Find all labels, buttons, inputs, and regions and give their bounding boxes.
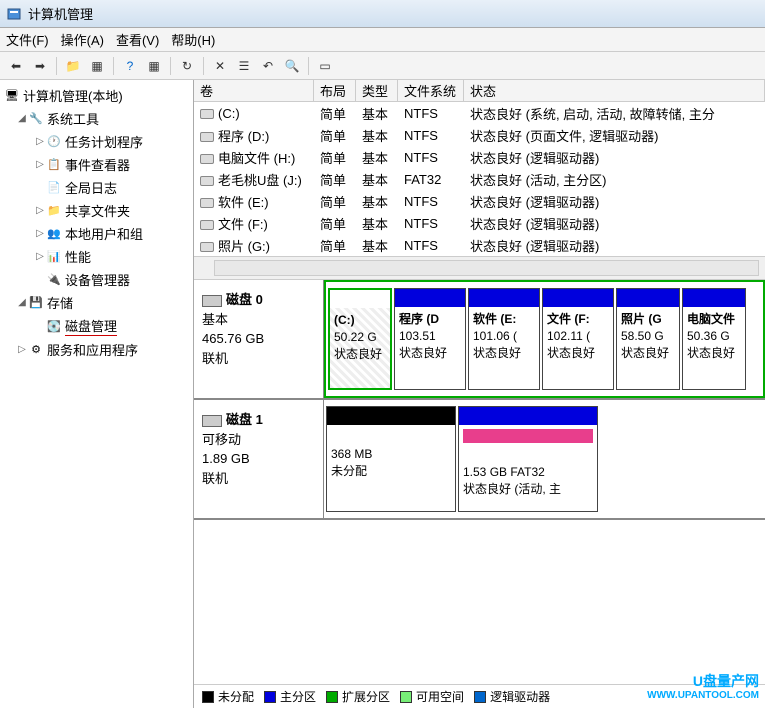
partition[interactable]: (C:)50.22 G状态良好 [328, 288, 392, 390]
toolbar: ⬅ ➡ 📁 ▦ ? ▦ ↻ ✕ ☰ ↶ 🔍 ▭ [0, 52, 765, 80]
undo-button[interactable]: ↶ [258, 56, 278, 76]
legend-logical: 逻辑驱动器 [474, 688, 550, 705]
tree-tasksched[interactable]: ▷🕐任务计划程序 [2, 130, 191, 153]
col-layout[interactable]: 布局 [314, 80, 356, 101]
tree-root[interactable]: 🖥计算机管理(本地) [2, 84, 191, 107]
disk-0-info[interactable]: 磁盘 0 基本 465.76 GB 联机 [194, 280, 324, 398]
nav-tree: 🖥计算机管理(本地) ◢🔧系统工具 ▷🕐任务计划程序 ▷📋事件查看器 📄全局日志… [0, 80, 194, 708]
settings-button[interactable]: ☰ [234, 56, 254, 76]
volume-row[interactable]: 文件 (F:)简单基本NTFS状态良好 (逻辑驱动器) [194, 212, 765, 234]
volume-row[interactable]: 程序 (D:)简单基本NTFS状态良好 (页面文件, 逻辑驱动器) [194, 124, 765, 146]
search-button[interactable]: 🔍 [282, 56, 302, 76]
tree-devmgr[interactable]: 🔌设备管理器 [2, 268, 191, 291]
partition[interactable]: 照片 (G58.50 G状态良好 [616, 288, 680, 390]
tree-eventvwr[interactable]: ▷📋事件查看器 [2, 153, 191, 176]
volume-row[interactable]: 老毛桃U盘 (J:)简单基本FAT32状态良好 (活动, 主分区) [194, 168, 765, 190]
more-button[interactable]: ▭ [315, 56, 335, 76]
separator [170, 57, 171, 75]
props-button[interactable]: ▦ [87, 56, 107, 76]
disk-0-row: 磁盘 0 基本 465.76 GB 联机 (C:)50.22 G状态良好程序 (… [194, 280, 765, 400]
col-volume[interactable]: 卷 [194, 80, 314, 101]
app-icon [6, 6, 22, 22]
separator [308, 57, 309, 75]
disk-icon [202, 295, 222, 307]
disk-map: 磁盘 0 基本 465.76 GB 联机 (C:)50.22 G状态良好程序 (… [194, 280, 765, 684]
tree-localusers[interactable]: ▷👥本地用户和组 [2, 222, 191, 245]
partition[interactable]: 368 MB未分配 [326, 406, 456, 512]
volume-list: 卷 布局 类型 文件系统 状态 (C:)简单基本NTFS状态良好 (系统, 启动… [194, 80, 765, 256]
volume-row[interactable]: (C:)简单基本NTFS状态良好 (系统, 启动, 活动, 故障转储, 主分 [194, 102, 765, 124]
legend-free: 可用空间 [400, 688, 464, 705]
partition[interactable]: 软件 (E:101.06 (状态良好 [468, 288, 540, 390]
volume-header: 卷 布局 类型 文件系统 状态 [194, 80, 765, 102]
watermark: U盘量产网 WWW.UPANTOOL.COM [647, 673, 759, 702]
legend-unalloc: 未分配 [202, 688, 254, 705]
volume-row[interactable]: 软件 (E:)简单基本NTFS状态良好 (逻辑驱动器) [194, 190, 765, 212]
menu-view[interactable]: 查看(V) [116, 30, 159, 49]
legend-extended: 扩展分区 [326, 688, 390, 705]
volume-row[interactable]: 电脑文件 (H:)简单基本NTFS状态良好 (逻辑驱动器) [194, 146, 765, 168]
scrollbar[interactable] [214, 260, 759, 276]
partition[interactable]: 程序 (D103.51状态良好 [394, 288, 466, 390]
col-type[interactable]: 类型 [356, 80, 398, 101]
splitter[interactable] [194, 256, 765, 280]
col-status[interactable]: 状态 [464, 80, 765, 101]
tree-diskmgmt[interactable]: 💽磁盘管理 [2, 314, 191, 338]
tree-shared[interactable]: ▷📁共享文件夹 [2, 199, 191, 222]
help-button[interactable]: ? [120, 56, 140, 76]
refresh-button[interactable]: ↻ [177, 56, 197, 76]
col-fs[interactable]: 文件系统 [398, 80, 464, 101]
menu-action[interactable]: 操作(A) [61, 30, 104, 49]
forward-button[interactable]: ➡ [30, 56, 50, 76]
legend-primary: 主分区 [264, 688, 316, 705]
view-button[interactable]: ▦ [144, 56, 164, 76]
menu-bar: 文件(F) 操作(A) 查看(V) 帮助(H) [0, 28, 765, 52]
up-button[interactable]: 📁 [63, 56, 83, 76]
partition[interactable]: 电脑文件50.36 G状态良好 [682, 288, 746, 390]
window-title: 计算机管理 [28, 4, 93, 23]
back-button[interactable]: ⬅ [6, 56, 26, 76]
partition[interactable]: 1.53 GB FAT32状态良好 (活动, 主 [458, 406, 598, 512]
partition[interactable]: 文件 (F:102.11 (状态良好 [542, 288, 614, 390]
disk-1-info[interactable]: 磁盘 1 可移动 1.89 GB 联机 [194, 400, 324, 518]
content-pane: 卷 布局 类型 文件系统 状态 (C:)简单基本NTFS状态良好 (系统, 启动… [194, 80, 765, 708]
menu-help[interactable]: 帮助(H) [171, 30, 215, 49]
separator [203, 57, 204, 75]
tree-perf[interactable]: ▷📊性能 [2, 245, 191, 268]
separator [113, 57, 114, 75]
tree-systools[interactable]: ◢🔧系统工具 [2, 107, 191, 130]
disk-1-row: 磁盘 1 可移动 1.89 GB 联机 368 MB未分配1.53 GB FAT… [194, 400, 765, 520]
menu-file[interactable]: 文件(F) [6, 30, 49, 49]
volume-row[interactable]: 照片 (G:)简单基本NTFS状态良好 (逻辑驱动器) [194, 234, 765, 256]
disk-icon [202, 415, 222, 427]
tree-storage[interactable]: ◢💾存储 [2, 291, 191, 314]
title-bar: 计算机管理 [0, 0, 765, 28]
tree-services[interactable]: ▷⚙服务和应用程序 [2, 338, 191, 361]
delete-button[interactable]: ✕ [210, 56, 230, 76]
separator [56, 57, 57, 75]
tree-globallog[interactable]: 📄全局日志 [2, 176, 191, 199]
